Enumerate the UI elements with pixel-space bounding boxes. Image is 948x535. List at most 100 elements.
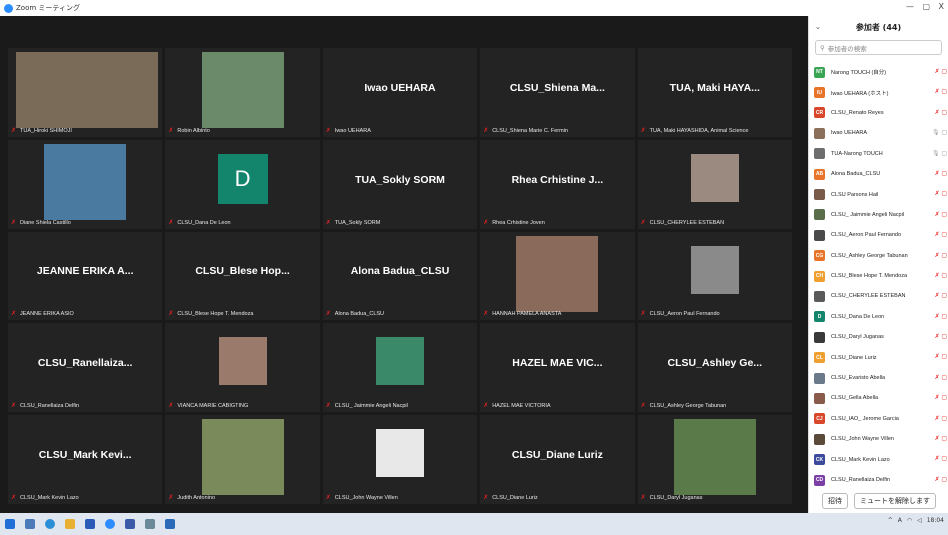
video-tile[interactable]: ✗ Robin Albinto (165, 48, 320, 137)
mic-camera-status-icon: ✗ ▢ (934, 170, 947, 177)
video-tile[interactable]: ✗ HANNAH PAMELA ANASTA (480, 231, 635, 321)
participant-display-name: CLSU_Mark Kevi... (38, 448, 132, 461)
avatar: NT (814, 66, 825, 78)
app-icon[interactable] (125, 519, 135, 529)
video-tile[interactable]: CLSU_Shiena Ma... ✗ CLSU_Shiena Marie C. F… (480, 48, 635, 137)
app-icon[interactable] (145, 519, 155, 529)
unmute-button[interactable]: ミュートを解除します (854, 493, 936, 509)
video-tile[interactable]: D ✗ CLSU_Dana De Leon (165, 139, 320, 229)
avatar: D (814, 311, 825, 323)
video-tile[interactable]: ✗ CLSU_Daryl Juganas (637, 415, 792, 504)
video-tile[interactable]: HAZEL MAE VIC... ✗ HAZEL MAE VICTORIA (480, 323, 635, 413)
mic-muted-icon: ✗ (325, 218, 331, 226)
participant-row[interactable]: CH CLSU_Blese Hope T. Mendoza ✗ ▢ (809, 266, 948, 286)
app-icon[interactable] (85, 519, 95, 529)
participant-name-label: CLSU_Mark Kevin Lazo (20, 495, 79, 501)
participant-row[interactable]: CK CLSU_Mark Kevin Lazo ✗ ▢ (809, 449, 948, 469)
participant-name: CLSU_John Wayne Villen (831, 436, 894, 443)
file-explorer-icon[interactable] (65, 519, 75, 529)
participant-name-label: TUA, Maki HAYASHIDA, Animal Science (649, 127, 749, 134)
video-tile[interactable]: TUA_Sokly SORM ✗ TUA_Sokly SORM (322, 139, 478, 229)
participant-video (375, 337, 424, 386)
participant-row[interactable]: CJ CLSU_IAO_ Jerome Garcia ✗ ▢ (809, 409, 948, 429)
mic-muted-icon: ✗ (11, 310, 17, 318)
video-tile[interactable]: CLSU_Blese Hop... ✗ CLSU_Blese Hope T. Men… (165, 231, 320, 321)
video-tile[interactable]: ✗ Diane Shiela Castillo (8, 139, 163, 229)
avatar: IU (814, 87, 825, 99)
avatar: CD (814, 474, 825, 486)
participant-row[interactable]: CLSU_John Wayne Villen ✗ ▢ (809, 429, 948, 449)
participant-row[interactable]: NT Narong TOUCH (自分) ✗ ▢ (809, 62, 948, 82)
wifi-icon[interactable]: ◠ (907, 517, 912, 524)
participant-video (690, 245, 739, 294)
video-tile[interactable]: TUA, Maki HAYA... ✗ TUA, Maki HAYASHIDA, A… (637, 48, 792, 137)
participant-name-label: CLSU_ Jaimmie Angeli Nacpil (334, 403, 408, 410)
edge-browser-icon[interactable] (45, 519, 55, 529)
participant-row[interactable]: IU Iwao UEHARA (ホスト) ✗ ▢ (809, 82, 948, 102)
video-tile[interactable]: ✗ CLSU_CHERYLEE ESTEBAN (637, 139, 792, 229)
avatar (814, 372, 825, 384)
search-icon[interactable] (25, 519, 35, 529)
participant-row[interactable]: CLSU_Gella Abella ✗ ▢ (809, 388, 948, 408)
video-tile[interactable]: ✗ CLSU_John Wayne Villen (322, 415, 478, 504)
app-icon[interactable] (165, 519, 175, 529)
participant-row[interactable]: CLSU_Daryl Juganas ✗ ▢ (809, 327, 948, 347)
participant-name-label: CLSU_Ranellaiza Delfin (20, 403, 80, 410)
avatar: CR (814, 107, 825, 119)
video-tile[interactable]: ✗ VIANCA MARIE CABIGTING (165, 323, 320, 413)
taskbar: ^ A ◠ ◁ 18:04 (0, 513, 948, 535)
participant-row[interactable]: CLSU_Evaristo Abella ✗ ▢ (809, 368, 948, 388)
participant-row[interactable]: CR CLSU_Renato Reyes ✗ ▢ (809, 103, 948, 123)
participant-name-label: HAZEL MAE VICTORIA (492, 403, 551, 410)
participant-row[interactable]: CD CLSU_Ranellaiza Delfin ✗ ▢ (809, 470, 948, 490)
maximize-button[interactable]: ▢ (922, 2, 930, 11)
mic-camera-status-icon: ✗ ▢ (934, 272, 947, 279)
participant-row[interactable]: Iwao UEHARA 🎙 ▢ (809, 123, 948, 143)
video-tile[interactable]: CLSU_Diane Luriz ✗ CLSU_Diane Luriz (480, 415, 635, 504)
video-tile[interactable]: ✗ CLSU_ Jaimmie Angeli Nacpil (322, 323, 478, 413)
participant-row[interactable]: CLSU_Aeron Paul Fernando ✗ ▢ (809, 225, 948, 245)
video-tile[interactable]: CLSU_Mark Kevi... ✗ CLSU_Mark Kevin Lazo (8, 415, 163, 504)
video-tile[interactable]: CLSU_Ashley Ge... ✗ CLSU_Ashley George Tab… (637, 323, 792, 413)
clock[interactable]: 18:04 (927, 517, 944, 524)
participant-row[interactable]: CLSU_ Jaimmie Angeli Nacpil ✗ ▢ (809, 205, 948, 225)
participant-list: NT Narong TOUCH (自分) ✗ ▢ IU Iwao UEHARA (ホスト… (809, 62, 948, 490)
chevron-up-icon[interactable]: ^ (888, 517, 893, 524)
minimize-button[interactable]: — (906, 2, 914, 11)
participant-row[interactable]: TUA-Narong TOUCH 🎙 ▢ (809, 144, 948, 164)
participants-panel: ⌄ 参加者 (44) ⚲ 参加者の検索 NT Narong TOUCH (自分) ✗… (808, 16, 948, 513)
windows-start-icon[interactable] (5, 519, 15, 529)
video-tile[interactable]: ✗ TUA_Hiroki SHIMOJI (8, 48, 163, 137)
participant-row[interactable]: CL CLSU_Diane Luriz ✗ ▢ (809, 347, 948, 367)
invite-button[interactable]: 招待 (822, 493, 848, 509)
participant-name-label: TUA_Sokly SORM (334, 219, 381, 226)
participant-display-name: Alona Badua_CLSU (350, 265, 450, 278)
participant-display-name: CLSU_Shiena Ma... (509, 81, 605, 94)
participant-row[interactable]: CLSU Parsons Hail ✗ ▢ (809, 184, 948, 204)
participant-search-input[interactable]: ⚲ 参加者の検索 (815, 40, 942, 55)
participant-name: Iwao UEHARA (831, 130, 868, 137)
zoom-app-icon[interactable] (105, 519, 115, 529)
participant-row[interactable]: D CLSU_Dana De Leon ✗ ▢ (809, 307, 948, 327)
video-tile[interactable]: ✗ CLSU_Aeron Paul Fernando (637, 231, 792, 321)
video-tile[interactable]: Rhea Crhistine J... ✗ Rhea Crhistine Joven (480, 139, 635, 229)
participant-row[interactable]: CG CLSU_Ashley George Tabunan ✗ ▢ (809, 246, 948, 266)
window-title: Zoom ミーティング (16, 4, 80, 12)
participant-row[interactable]: AB Alona Badua_CLSU ✗ ▢ (809, 164, 948, 184)
video-tile[interactable]: JEANNE ERIKA A... ✗ JEANNE ERIKA ASIO (8, 231, 163, 321)
video-tile[interactable]: CLSU_Ranellaiza... ✗ CLSU_Ranellaiza Delfi… (8, 323, 163, 413)
chevron-down-icon[interactable]: ⌄ (815, 23, 821, 31)
speaker-icon[interactable]: ◁ (917, 517, 922, 524)
video-tile[interactable]: Alona Badua_CLSU ✗ Alona Badua_CLSU (322, 231, 478, 321)
participant-row[interactable]: CLSU_CHERYLEE ESTEBAN ✗ ▢ (809, 286, 948, 306)
close-button[interactable]: X (939, 2, 944, 11)
video-tile[interactable]: ✗ Judith Antonino (165, 415, 320, 504)
avatar (814, 148, 825, 160)
participant-display-name: CLSU_Diane Luriz (511, 448, 603, 461)
participant-name: CLSU_Renato Reyes (831, 109, 884, 116)
mic-muted-icon: ✗ (483, 402, 489, 410)
participant-display-name: CLSU_Ranellaiza... (37, 357, 133, 370)
avatar: D (217, 153, 268, 204)
video-tile[interactable]: Iwao UEHARA ✗ Iwao UEHARA (322, 48, 478, 137)
ime-indicator[interactable]: A (898, 517, 902, 524)
